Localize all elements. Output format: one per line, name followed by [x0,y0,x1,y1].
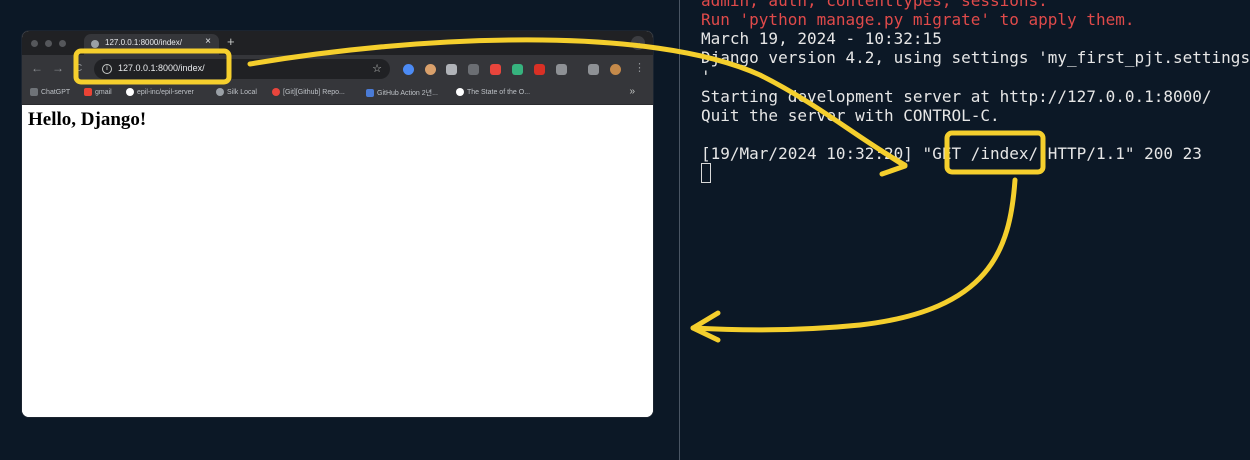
close-window-button[interactable] [31,40,38,47]
terminal-line: admin, auth, contenttypes, sessions. [701,0,1048,10]
extension-vue-icon[interactable] [446,64,457,75]
back-button[interactable]: ← [31,61,43,75]
t-icon [272,88,280,96]
terminal-line: ' [701,67,711,86]
chatgpt-icon [30,88,38,96]
new-tab-button[interactable]: + [227,34,235,50]
url-text[interactable]: 127.0.0.1:8000/index/ [118,63,205,73]
page-viewport: Hello, Django! [22,105,653,417]
extensions-puzzle-icon[interactable] [556,64,567,75]
extension-pdf-icon[interactable] [534,64,545,75]
bookmark-icon [366,89,374,98]
bookmark-item[interactable]: [Git][Github] Repo... [272,88,345,96]
terminal[interactable]: admin, auth, contenttypes, sessions. Run… [701,0,1250,460]
terminal-line: [19/Mar/2024 10:32:20] "GET /index/ HTTP… [701,144,1202,163]
bookmark-item[interactable]: GitHub Action 2년... [366,88,438,98]
globe-icon [216,88,224,96]
bookmarks-overflow-icon[interactable]: » [629,86,635,97]
tab-search-button[interactable]: ⌄ [631,36,645,50]
github-icon [126,88,134,96]
extension-camera-icon[interactable] [512,64,523,75]
browser-menu-icon[interactable]: ⋮ [634,61,645,74]
browser-window: 127.0.0.1:8000/index/ × + ⌄ ← → C i 127.… [22,31,653,417]
globe-icon [91,40,99,48]
terminal-line: March 19, 2024 - 10:32:15 [701,29,942,48]
bookmarks-bar: ChatGPT gmail epil-inc/epil-server Silk … [22,84,653,105]
tab-title: 127.0.0.1:8000/index/ [105,38,182,47]
bookmark-item[interactable]: Silk Local [216,88,257,96]
gmail-icon [84,88,92,96]
extension-pocket-icon[interactable] [490,64,501,75]
extension-cast-icon[interactable] [468,64,479,75]
active-tab[interactable]: 127.0.0.1:8000/index/ × [84,34,219,55]
address-bar[interactable]: i 127.0.0.1:8000/index/ ☆ [94,59,390,79]
tab-strip: 127.0.0.1:8000/index/ × + ⌄ [22,31,653,55]
terminal-line: Run 'python manage.py migrate' to apply … [701,10,1135,29]
bookmark-item[interactable]: epil-inc/epil-server [126,88,194,96]
side-panel-icon[interactable] [588,64,599,75]
bookmark-item[interactable]: ChatGPT [30,88,70,96]
profile-avatar[interactable] [610,64,621,75]
forward-button[interactable]: → [52,61,64,75]
bookmark-item[interactable]: gmail [84,88,112,96]
terminal-line: Starting development server at http://12… [701,87,1212,106]
maximize-window-button[interactable] [59,40,66,47]
reload-button[interactable]: C [75,63,82,74]
pane-divider [679,0,680,460]
terminal-line: Django version 4.2, using settings 'my_f… [701,48,1250,67]
minimize-window-button[interactable] [45,40,52,47]
browser-toolbar: ← → C i 127.0.0.1:8000/index/ ☆ ⋮ [22,55,653,84]
bookmark-star-icon[interactable]: ☆ [372,62,382,75]
site-info-icon[interactable]: i [102,64,112,74]
bookmark-item[interactable]: The State of the O... [456,88,530,96]
extension-1password-icon[interactable] [403,64,414,75]
github-icon [456,88,464,96]
extension-avatar-icon[interactable] [425,64,436,75]
page-heading: Hello, Django! [28,109,147,130]
terminal-cursor [701,163,711,183]
terminal-line: Quit the server with CONTROL-C. [701,106,1000,125]
tab-close-icon[interactable]: × [205,36,211,47]
